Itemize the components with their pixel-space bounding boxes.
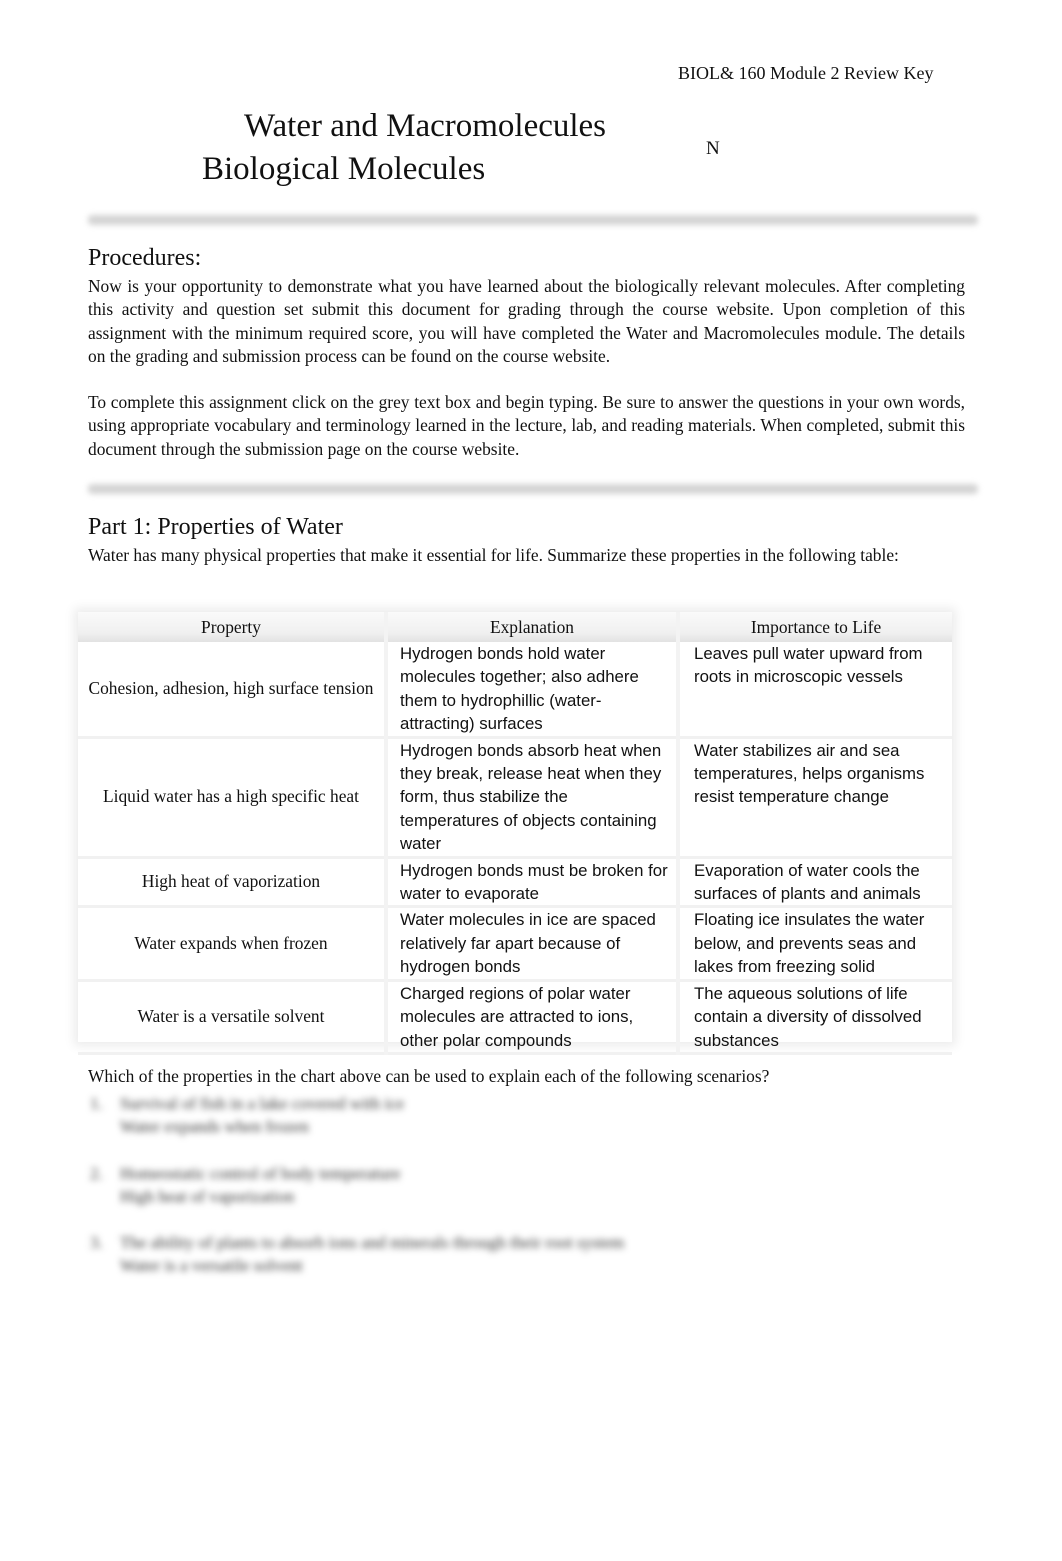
table-row: Cohesion, adhesion, high surface tension…: [78, 642, 952, 739]
cell-explanation[interactable]: Hydrogen bonds absorb heat when they bre…: [386, 737, 680, 859]
cell-explanation[interactable]: Charged regions of polar water molecules…: [386, 980, 680, 1055]
properties-table: Property Explanation Importance to Life …: [78, 612, 952, 1055]
scenario-text: The ability of plants to absorb ions and…: [120, 1233, 625, 1252]
scenario-answer[interactable]: Water expands when frozen: [120, 1115, 404, 1138]
column-header-importance: Importance to Life: [678, 612, 952, 642]
cell-property[interactable]: Cohesion, adhesion, high surface tension: [78, 642, 388, 739]
cell-importance[interactable]: The aqueous solutions of life contain a …: [678, 980, 952, 1055]
column-header-explanation: Explanation: [386, 612, 680, 642]
scenario-text: Homeostatic control of body temperature: [120, 1164, 401, 1183]
column-header-property: Property: [78, 612, 388, 642]
cell-importance[interactable]: Leaves pull water upward from roots in m…: [678, 642, 952, 739]
procedures-paragraph-1: Now is your opportunity to demonstrate w…: [88, 276, 965, 367]
scenario-answer[interactable]: Water is a versatile solvent: [120, 1254, 624, 1277]
cell-property[interactable]: Liquid water has a high specific heat: [78, 737, 388, 859]
procedures-paragraph-2: To complete this assignment click on the…: [88, 392, 965, 459]
cell-explanation[interactable]: Hydrogen bonds must be broken for water …: [386, 857, 680, 909]
scenario-answer[interactable]: High heat of vaporization: [120, 1185, 400, 1208]
part1-heading: Part 1: Properties of Water: [88, 514, 343, 540]
scenario-number: 3.: [90, 1233, 103, 1252]
scenarios-question: Which of the properties in the chart abo…: [88, 1066, 770, 1086]
section-divider: [88, 215, 978, 225]
properties-table-container: Property Explanation Importance to Life …: [78, 612, 952, 1055]
procedures-heading: Procedures:: [88, 245, 202, 271]
cell-importance[interactable]: Evaporation of water cools the surfaces …: [678, 857, 952, 909]
table-header-row: Property Explanation Importance to Life: [78, 612, 952, 642]
scenario-number: 1.: [90, 1094, 103, 1113]
course-key-header: BIOL& 160 Module 2 Review Key: [678, 63, 934, 83]
table-row: Water expands when frozen Water molecule…: [78, 906, 952, 982]
cell-property[interactable]: Water expands when frozen: [78, 906, 388, 982]
section-divider: [88, 484, 978, 494]
cell-explanation[interactable]: Water molecules in ice are spaced relati…: [386, 906, 680, 982]
table-row: Liquid water has a high specific heat Hy…: [78, 737, 952, 859]
cell-explanation[interactable]: Hydrogen bonds hold water molecules toge…: [386, 642, 680, 739]
scenario-number: 2.: [90, 1164, 103, 1183]
scenario-text: Survival of fish in a lake covered with …: [120, 1094, 405, 1113]
cell-importance[interactable]: Water stabilizes air and sea temperature…: [678, 737, 952, 859]
part1-intro: Water has many physical properties that …: [88, 545, 899, 565]
cell-property[interactable]: Water is a versatile solvent: [78, 980, 388, 1055]
table-row: Water is a versatile solvent Charged reg…: [78, 980, 952, 1055]
cell-property[interactable]: High heat of vaporization: [78, 857, 388, 909]
document-subtitle: Biological Molecules: [202, 151, 486, 187]
marker-letter: N: [706, 138, 720, 159]
table-row: High heat of vaporization Hydrogen bonds…: [78, 857, 952, 909]
cell-importance[interactable]: Floating ice insulates the water below, …: [678, 906, 952, 982]
document-title: Water and Macromolecules: [244, 108, 607, 144]
